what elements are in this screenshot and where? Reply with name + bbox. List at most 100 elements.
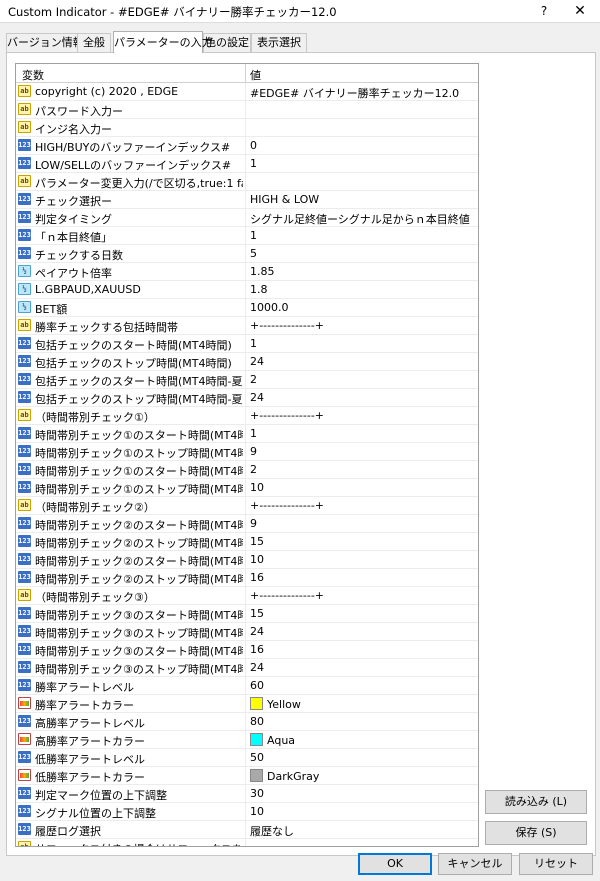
parameter-row[interactable]: 123 「ｎ本目終値」 1 bbox=[16, 227, 478, 245]
parameter-value[interactable]: 50 bbox=[250, 751, 472, 764]
parameter-value[interactable]: 2 bbox=[250, 373, 472, 386]
parameter-value[interactable]: 24 bbox=[250, 355, 472, 368]
parameter-row[interactable]: 123 LOW/SELLのバッファーインデックス# 1 bbox=[16, 155, 478, 173]
parameter-row[interactable]: 123 履歴ログ選択 履歴なし bbox=[16, 821, 478, 839]
parameter-value[interactable]: 10 bbox=[250, 805, 472, 818]
parameter-value[interactable]: シグナル足終値ーシグナル足からｎ本目終値（要… bbox=[250, 211, 472, 227]
parameter-row[interactable]: ab パラメーター変更入力(/で区切る,true:1 false:0)ー bbox=[16, 173, 478, 191]
column-header-variable[interactable]: 変数 bbox=[22, 67, 44, 83]
parameter-row[interactable]: 123 高勝率アラートレベル 80 bbox=[16, 713, 478, 731]
parameter-row[interactable]: 123 包括チェックのスタート時間(MT4時間-夏時間) 2 bbox=[16, 371, 478, 389]
tab-general[interactable]: 全般 bbox=[77, 33, 111, 52]
integer-type-icon: 123 bbox=[18, 751, 31, 763]
parameter-value[interactable]: 5 bbox=[250, 247, 472, 260]
parameter-value[interactable]: 履歴なし bbox=[250, 823, 472, 839]
parameter-value[interactable]: 15 bbox=[250, 535, 472, 548]
parameter-value[interactable]: 1.85 bbox=[250, 265, 472, 278]
parameter-value[interactable]: 1 bbox=[250, 157, 472, 170]
parameter-row[interactable]: 123 時間帯別チェック①のストップ時間(MT4時間-夏･... 10 bbox=[16, 479, 478, 497]
parameter-value[interactable]: 1 bbox=[250, 337, 472, 350]
parameter-row[interactable]: ab インジ名入力ー bbox=[16, 119, 478, 137]
parameter-value[interactable]: 2 bbox=[250, 463, 472, 476]
parameter-row[interactable]: 123 判定マーク位置の上下調整 30 bbox=[16, 785, 478, 803]
save-button[interactable]: 保存 (S) bbox=[485, 821, 587, 845]
parameter-row[interactable]: 123 HIGH/BUYのバッファーインデックス# 0 bbox=[16, 137, 478, 155]
parameter-value[interactable]: +--------------+ bbox=[250, 319, 472, 332]
parameter-value[interactable]: 1.8 bbox=[250, 283, 472, 296]
parameter-row[interactable]: 123 低勝率アラートレベル 50 bbox=[16, 749, 478, 767]
parameter-value[interactable]: 1000.0 bbox=[250, 301, 472, 314]
parameter-value[interactable]: 1 bbox=[250, 229, 472, 242]
parameter-row[interactable]: ½ ペイアウト倍率 1.85 bbox=[16, 263, 478, 281]
parameter-row[interactable]: 123 時間帯別チェック②のストップ時間(MT4時間-夏･... 16 bbox=[16, 569, 478, 587]
parameter-value[interactable]: #EDGE# バイナリー勝率チェッカー12.0 bbox=[250, 85, 472, 101]
parameter-value[interactable]: DarkGray bbox=[250, 769, 472, 783]
parameter-row[interactable]: 123 時間帯別チェック③のストップ時間(MT4時間-夏･... 24 bbox=[16, 659, 478, 677]
parameter-value[interactable]: Yellow bbox=[250, 697, 472, 711]
ok-button[interactable]: OK bbox=[358, 853, 432, 875]
parameter-row[interactable]: 123 勝率アラートレベル 60 bbox=[16, 677, 478, 695]
parameter-row[interactable]: 123 時間帯別チェック②のストップ時間(MT4時間) 15 bbox=[16, 533, 478, 551]
parameter-row[interactable]: 123 チェックする日数 5 bbox=[16, 245, 478, 263]
parameter-row[interactable]: 123 包括チェックのストップ時間(MT4時間-夏時間) 24 bbox=[16, 389, 478, 407]
parameter-row[interactable]: 低勝率アラートカラー DarkGray bbox=[16, 767, 478, 785]
tab-version-info[interactable]: バージョン情報 bbox=[6, 33, 84, 52]
parameter-value[interactable]: 24 bbox=[250, 661, 472, 674]
parameter-row[interactable]: ab 勝率チェックする包括時間帯 +--------------+ bbox=[16, 317, 478, 335]
tab-parameters[interactable]: パラメーターの入力 bbox=[113, 31, 213, 53]
parameter-value[interactable]: 30 bbox=[250, 787, 472, 800]
parameter-value[interactable]: 16 bbox=[250, 643, 472, 656]
parameter-row[interactable]: 123 時間帯別チェック①のスタート時間(MT4時間) 1 bbox=[16, 425, 478, 443]
close-button[interactable]: ✕ bbox=[568, 0, 592, 22]
parameter-name: 履歴ログ選択 bbox=[35, 825, 101, 838]
parameter-value[interactable]: 0 bbox=[250, 139, 472, 152]
cancel-button[interactable]: キャンセル bbox=[438, 853, 512, 875]
parameter-row[interactable]: ab （時間帯別チェック③） +--------------+ bbox=[16, 587, 478, 605]
parameter-value[interactable]: 9 bbox=[250, 517, 472, 530]
parameter-row[interactable]: 123 包括チェックのストップ時間(MT4時間) 24 bbox=[16, 353, 478, 371]
parameter-value[interactable]: 1 bbox=[250, 427, 472, 440]
parameter-row[interactable]: 高勝率アラートカラー Aqua bbox=[16, 731, 478, 749]
parameter-value[interactable]: 10 bbox=[250, 553, 472, 566]
parameter-value[interactable]: 24 bbox=[250, 625, 472, 638]
parameter-row[interactable]: 123 時間帯別チェック②のスタート時間(MT4時間) 9 bbox=[16, 515, 478, 533]
parameter-value[interactable]: 9 bbox=[250, 445, 472, 458]
parameter-row[interactable]: ½ L.GBPAUD,XAUUSD 1.8 bbox=[16, 281, 478, 299]
parameter-row[interactable]: ab （時間帯別チェック②） +--------------+ bbox=[16, 497, 478, 515]
parameter-row[interactable]: ab サフィックス付きの場合はサフィックスを入力 bbox=[16, 839, 478, 846]
parameter-value[interactable]: 60 bbox=[250, 679, 472, 692]
load-button[interactable]: 読み込み (L) bbox=[485, 790, 587, 814]
parameter-value[interactable]: 10 bbox=[250, 481, 472, 494]
parameter-row[interactable]: ½ BET額 1000.0 bbox=[16, 299, 478, 317]
column-header-value[interactable]: 値 bbox=[250, 67, 261, 83]
parameter-row[interactable]: 123 チェック選択ー HIGH & LOW bbox=[16, 191, 478, 209]
parameter-row[interactable]: ab パスワード入力ー bbox=[16, 101, 478, 119]
parameter-row[interactable]: 123 時間帯別チェック②のスタート時間(MT4時間-夏･... 10 bbox=[16, 551, 478, 569]
reset-button[interactable]: リセット bbox=[519, 853, 593, 875]
parameter-name: HIGH/BUYのバッファーインデックス# bbox=[35, 141, 231, 154]
parameter-value[interactable]: 24 bbox=[250, 391, 472, 404]
parameter-value[interactable]: +--------------+ bbox=[250, 409, 472, 422]
parameter-row[interactable]: 123 時間帯別チェック①のストップ時間(MT4時間) 9 bbox=[16, 443, 478, 461]
parameter-row[interactable]: ab copyright (c) 2020 , EDGE #EDGE# バイナリー勝… bbox=[16, 83, 478, 101]
parameter-row[interactable]: 123 時間帯別チェック①のスタート時間(MT4時間-夏･... 2 bbox=[16, 461, 478, 479]
parameter-row[interactable]: ab （時間帯別チェック①） +--------------+ bbox=[16, 407, 478, 425]
parameter-value[interactable]: +--------------+ bbox=[250, 589, 472, 602]
column-separator[interactable] bbox=[245, 64, 246, 82]
parameter-name: 時間帯別チェック③のスタート時間(MT4時間-夏･... bbox=[35, 645, 243, 658]
parameter-row[interactable]: 勝率アラートカラー Yellow bbox=[16, 695, 478, 713]
help-button[interactable]: ? bbox=[532, 0, 556, 22]
parameter-value[interactable]: Aqua bbox=[250, 733, 472, 747]
parameter-value[interactable]: 15 bbox=[250, 607, 472, 620]
parameter-value[interactable]: 16 bbox=[250, 571, 472, 584]
parameter-row[interactable]: 123 シグナル位置の上下調整 10 bbox=[16, 803, 478, 821]
parameter-row[interactable]: 123 判定タイミング シグナル足終値ーシグナル足からｎ本目終値（要… bbox=[16, 209, 478, 227]
parameter-value[interactable]: +--------------+ bbox=[250, 499, 472, 512]
tab-display[interactable]: 表示選択 bbox=[251, 33, 307, 52]
parameter-row[interactable]: 123 包括チェックのスタート時間(MT4時間) 1 bbox=[16, 335, 478, 353]
parameter-row[interactable]: 123 時間帯別チェック③のスタート時間(MT4時間-夏･... 16 bbox=[16, 641, 478, 659]
parameter-value[interactable]: HIGH & LOW bbox=[250, 193, 472, 206]
parameter-row[interactable]: 123 時間帯別チェック③のスタート時間(MT4時間) 15 bbox=[16, 605, 478, 623]
parameter-value[interactable]: 80 bbox=[250, 715, 472, 728]
parameter-row[interactable]: 123 時間帯別チェック③のストップ時間(MT4時間) 24 bbox=[16, 623, 478, 641]
